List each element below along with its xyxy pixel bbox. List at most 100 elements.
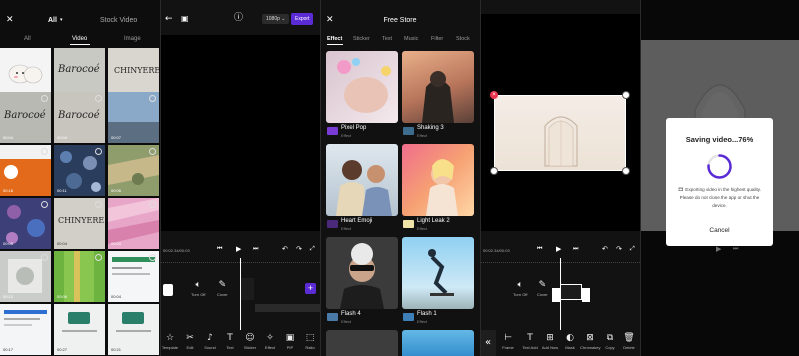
- media-thumb[interactable]: 00:04: [108, 198, 159, 249]
- media-thumb[interactable]: Barocoé 00:04: [54, 92, 105, 143]
- add-now-tool[interactable]: ⊞ Add Now: [540, 333, 560, 350]
- pip-tool[interactable]: ▣ PIP: [280, 333, 300, 350]
- select-circle[interactable]: [95, 254, 102, 261]
- select-circle[interactable]: [95, 148, 102, 155]
- select-circle[interactable]: [41, 95, 48, 102]
- skip-forward-icon[interactable]: ⏭: [573, 246, 578, 252]
- media-thumb[interactable]: 00:05: [0, 198, 51, 249]
- media-thumb[interactable]: 00:21: [108, 304, 159, 355]
- tab-effect[interactable]: Effect: [327, 36, 342, 42]
- stock-video-tab[interactable]: Stock Video: [100, 17, 137, 24]
- effect-tool[interactable]: ✧ Effect: [260, 333, 280, 350]
- ratio-tool[interactable]: ⬚ Ratio: [300, 333, 320, 350]
- video-preview[interactable]: ×: [480, 14, 640, 231]
- media-thumb[interactable]: 00:17: [0, 304, 51, 355]
- media-thumb[interactable]: 00:18: [0, 145, 51, 196]
- template-tool[interactable]: ☆ Template: [160, 333, 180, 350]
- select-circle[interactable]: [41, 201, 48, 208]
- play-icon[interactable]: ▶: [556, 246, 561, 253]
- tab-filter[interactable]: Filter: [431, 36, 443, 42]
- back-chevron-icon[interactable]: «: [480, 330, 496, 356]
- fullscreen-icon[interactable]: ⤢: [630, 246, 635, 252]
- sound-tool[interactable]: ♪ Sound: [200, 333, 220, 350]
- effect-card[interactable]: Flash 4 Effect: [326, 237, 398, 324]
- chromakey-tool[interactable]: ⊠ Chromakey: [580, 333, 600, 350]
- frame-tool[interactable]: ⊢ Frame: [498, 333, 518, 350]
- select-circle[interactable]: [149, 201, 156, 208]
- rotate-handle[interactable]: [490, 167, 498, 175]
- volume-tool[interactable]: 🔈︎ Turn Off: [191, 280, 205, 297]
- collapse-handle[interactable]: [163, 284, 173, 296]
- media-thumb[interactable]: 00:04: [108, 251, 159, 302]
- select-circle[interactable]: [149, 254, 156, 261]
- select-circle[interactable]: [149, 95, 156, 102]
- redo-icon[interactable]: ↷: [296, 246, 302, 253]
- cancel-button[interactable]: Cancel: [666, 227, 773, 234]
- undo-icon[interactable]: ↶: [602, 246, 608, 253]
- cover-tool[interactable]: ✎ Cover: [537, 280, 548, 297]
- export-button[interactable]: Export: [291, 13, 314, 25]
- text-add-tool[interactable]: T Text Add: [520, 333, 540, 350]
- effect-card-partial[interactable]: [402, 330, 474, 356]
- media-thumb[interactable]: 00:27: [54, 304, 105, 355]
- media-thumb[interactable]: 00:07: [108, 92, 159, 143]
- play-icon[interactable]: ▶: [236, 246, 241, 253]
- media-thumb[interactable]: 00:12: [0, 251, 51, 302]
- redo-icon[interactable]: ↷: [616, 246, 622, 253]
- skip-back-icon[interactable]: ⏮: [537, 246, 542, 252]
- chevron-down-icon[interactable]: ▾: [60, 18, 63, 23]
- skip-forward-icon[interactable]: ⏭: [253, 246, 258, 252]
- resolution-dropdown[interactable]: 1080p ⌄: [262, 14, 290, 24]
- mask-tool[interactable]: ◐ Mask: [560, 333, 580, 350]
- clip-strip[interactable]: [560, 284, 582, 300]
- effect-card[interactable]: Shaking 3 Effect: [402, 51, 474, 138]
- media-thumb[interactable]: 00:06: [108, 145, 159, 196]
- sticker-tool[interactable]: ☺ Sticker: [240, 333, 260, 350]
- effect-card[interactable]: Light Leak 2 Effect: [402, 144, 474, 231]
- skip-back-icon[interactable]: ⏮: [217, 246, 222, 252]
- tab-text[interactable]: Text: [382, 36, 392, 42]
- effect-card[interactable]: Pixel Pop Effect: [326, 51, 398, 138]
- playhead[interactable]: [560, 258, 561, 330]
- mirror-handle[interactable]: [622, 91, 630, 99]
- select-circle[interactable]: [41, 254, 48, 261]
- tab-music[interactable]: Music: [404, 36, 418, 42]
- copy-tool[interactable]: ⧉ Copy: [600, 333, 620, 350]
- edit-tool[interactable]: ✂ Edit: [180, 333, 200, 350]
- effect-card[interactable]: Heart Emoji Effect: [326, 144, 398, 231]
- select-circle[interactable]: [95, 95, 102, 102]
- selected-clip-frame[interactable]: [494, 95, 626, 171]
- trim-handle-left[interactable]: [552, 288, 560, 302]
- clip-strip[interactable]: [240, 278, 254, 300]
- volume-tool[interactable]: 🔈︎ Turn Off: [513, 280, 527, 297]
- media-thumb[interactable]: Barocoé 00:04: [0, 92, 51, 143]
- delete-handle[interactable]: ×: [490, 91, 498, 99]
- select-circle[interactable]: [41, 148, 48, 155]
- media-thumb[interactable]: 00:06: [54, 251, 105, 302]
- fullscreen-icon[interactable]: ⤢: [310, 246, 315, 252]
- select-circle[interactable]: [95, 201, 102, 208]
- filter-dropdown[interactable]: All: [48, 17, 57, 24]
- scale-handle[interactable]: [622, 167, 630, 175]
- playhead[interactable]: [240, 258, 241, 330]
- delete-tool[interactable]: 🗑︎ Delete: [619, 333, 639, 350]
- audio-track[interactable]: [255, 304, 320, 312]
- trim-handle-right[interactable]: [582, 288, 590, 302]
- select-circle[interactable]: [149, 148, 156, 155]
- effect-card[interactable]: Flash 1 Effect: [402, 237, 474, 324]
- help-icon[interactable]: ⓘ: [234, 14, 243, 23]
- tab-sticker[interactable]: Sticker: [353, 36, 370, 42]
- effect-card-partial[interactable]: [326, 330, 398, 356]
- cover-tool[interactable]: ✎ Cover: [217, 280, 228, 297]
- video-preview[interactable]: [160, 35, 320, 231]
- back-arrow-icon[interactable]: ←: [165, 15, 173, 24]
- tab-all[interactable]: All: [24, 36, 31, 42]
- undo-icon[interactable]: ↶: [282, 246, 288, 253]
- media-thumb[interactable]: CHINYERE 00:04: [54, 198, 105, 249]
- tab-image[interactable]: Image: [124, 36, 141, 42]
- media-thumb[interactable]: 00:11: [54, 145, 105, 196]
- add-clip-button[interactable]: +: [305, 283, 316, 294]
- film-icon[interactable]: ▣: [181, 15, 189, 23]
- text-tool[interactable]: T Text: [220, 333, 240, 350]
- tab-video[interactable]: Video: [72, 36, 87, 42]
